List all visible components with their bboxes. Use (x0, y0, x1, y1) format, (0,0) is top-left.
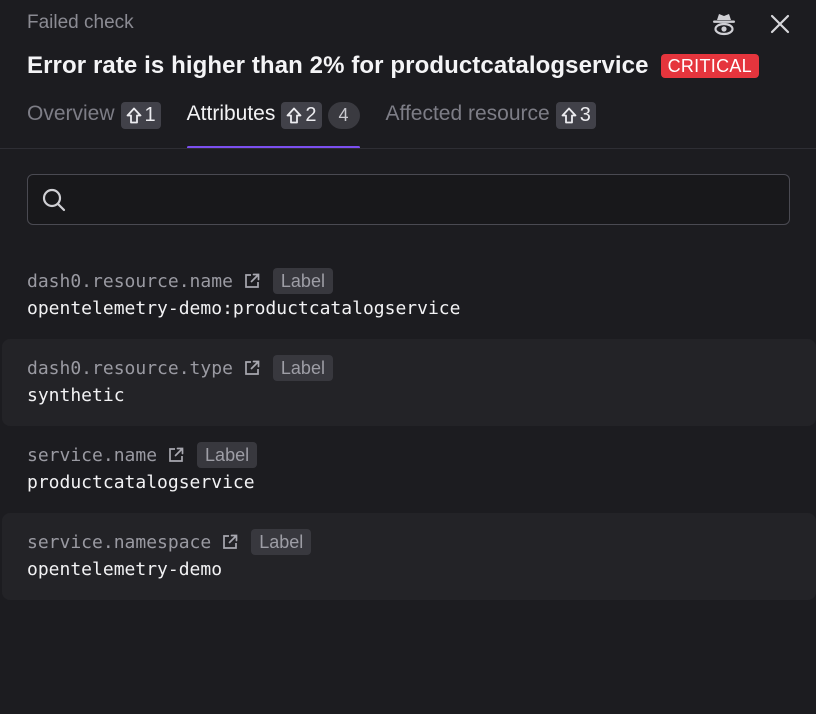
failed-check-panel: Failed check Error rate is higher than 2… (0, 0, 816, 714)
title-row: Error rate is higher than 2% for product… (27, 52, 759, 80)
attribute-value: synthetic (27, 385, 125, 406)
shift-icon (561, 107, 577, 124)
label-tag: Label (272, 268, 333, 294)
shortcut-badge: 3 (555, 102, 596, 129)
label-tag: Label (197, 442, 258, 468)
search-box[interactable] (27, 174, 790, 225)
attribute-key-row: dash0.resource.name Label (27, 267, 791, 295)
attribute-row: service.name Label productcatalogservice (2, 426, 816, 513)
tab-affected-resource[interactable]: Affected resource 3 (386, 98, 596, 149)
tab-overview-label: Overview (27, 102, 115, 125)
tab-overview[interactable]: Overview 1 (27, 98, 161, 149)
label-tag: Label (272, 355, 333, 381)
panel-subtitle: Failed check (27, 12, 134, 33)
shortcut-key: 2 (305, 104, 317, 126)
attribute-row: dash0.resource.name Label opentelemetry-… (2, 252, 816, 339)
attribute-key-row: dash0.resource.type Label (27, 354, 791, 382)
external-link-icon[interactable] (221, 532, 241, 552)
tab-divider (0, 148, 816, 149)
check-title: Error rate is higher than 2% for product… (27, 52, 649, 79)
attribute-key: dash0.resource.name (27, 270, 233, 292)
attribute-key: service.name (27, 444, 158, 466)
tab-attributes-label: Attributes (186, 102, 276, 125)
attribute-row: dash0.resource.type Label synthetic (2, 339, 816, 426)
attribute-list: dash0.resource.name Label opentelemetry-… (2, 252, 816, 600)
external-link-icon[interactable] (243, 358, 263, 378)
search-input[interactable] (77, 175, 789, 224)
label-tag: Label (251, 529, 312, 555)
shortcut-badge: 2 (281, 102, 322, 129)
shift-icon (286, 107, 302, 124)
attribute-key-row: service.name Label (27, 441, 791, 469)
spy-icon[interactable] (710, 10, 738, 38)
shortcut-key: 1 (144, 104, 156, 126)
attribute-count-badge: 4 (327, 102, 360, 129)
external-link-icon[interactable] (167, 445, 187, 465)
attribute-value: opentelemetry-demo (27, 559, 223, 580)
tab-bar: Overview 1 Attributes 2 4 Affected resou… (27, 98, 596, 149)
tab-attributes[interactable]: Attributes 2 4 (186, 98, 360, 149)
header-actions (710, 10, 794, 38)
search-icon (42, 188, 66, 211)
attribute-key: service.namespace (27, 531, 212, 553)
close-icon[interactable] (766, 10, 794, 38)
attribute-value: productcatalogservice (27, 472, 255, 493)
attribute-value: opentelemetry-demo:productcatalogservice (27, 298, 461, 319)
tab-affected-resource-label: Affected resource (385, 102, 550, 125)
shortcut-badge: 1 (120, 102, 161, 129)
attribute-key-row: service.namespace Label (27, 528, 791, 556)
attribute-row: service.namespace Label opentelemetry-de… (2, 513, 816, 600)
external-link-icon[interactable] (243, 271, 263, 291)
shortcut-key: 3 (579, 104, 591, 126)
severity-badge: CRITICAL (660, 54, 759, 78)
shift-icon (126, 107, 141, 124)
attribute-key: dash0.resource.type (27, 357, 233, 379)
